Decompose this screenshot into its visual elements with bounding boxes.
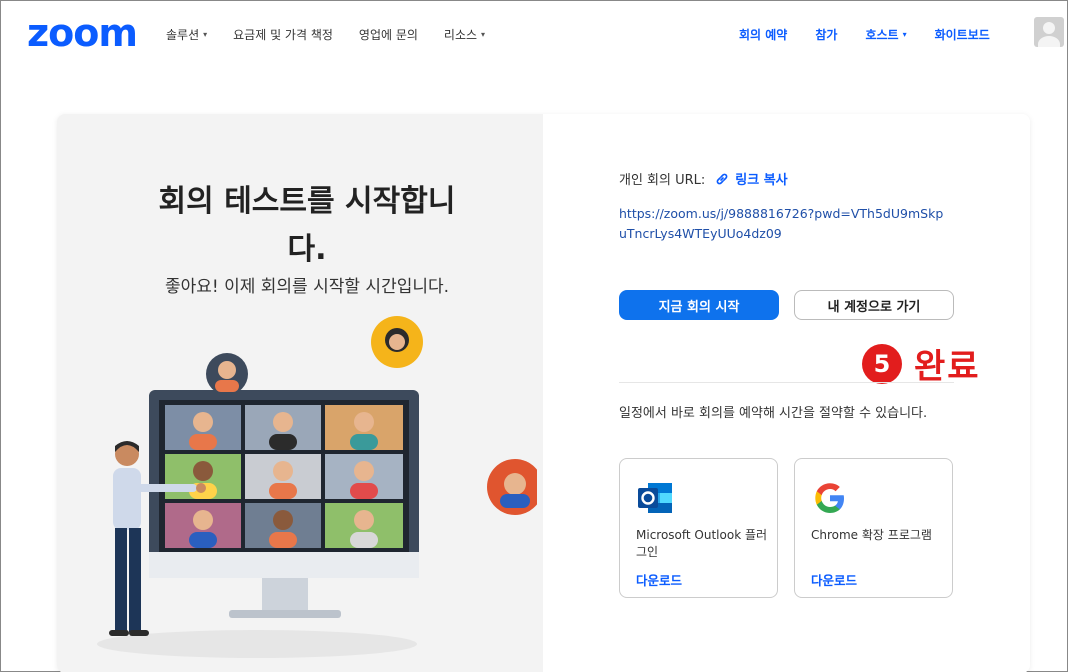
right-panel: 개인 회의 URL: 링크 복사 https://zoom.us/j/98888…	[543, 114, 1030, 672]
step-number-icon: 5	[862, 343, 902, 384]
chevron-down-icon: ▾	[203, 30, 208, 39]
nav-contact-sales[interactable]: 영업에 문의	[359, 26, 418, 43]
chrome-extension-name: Chrome 확장 프로그램	[811, 528, 932, 542]
nav-pricing[interactable]: 요금제 및 가격 책정	[233, 26, 333, 43]
avatar-body	[1038, 36, 1060, 47]
user-avatar-icon[interactable]	[1034, 17, 1064, 47]
link-icon	[716, 173, 728, 184]
outlook-plugin-name: Microsoft Outlook 플러그인	[636, 528, 768, 559]
video-meeting-illustration	[97, 316, 537, 658]
top-navigation-bar: zoom 솔루션 ▾ 요금제 및 가격 책정 영업에 문의 리소스 ▾ 회의 예…	[1, 1, 1067, 67]
zoom-logo[interactable]: zoom	[27, 13, 138, 53]
nav-solutions-label: 솔루션	[166, 28, 200, 42]
google-icon	[815, 483, 844, 513]
nav-resources[interactable]: 리소스 ▾	[444, 26, 485, 43]
personal-url-label: 개인 회의 URL:	[619, 173, 706, 188]
nav-whiteboard[interactable]: 화이트보드	[935, 26, 990, 43]
copy-link-button[interactable]: 링크 복사	[715, 169, 788, 188]
left-panel: 회의 테스트를 시작합니 다. 좋아요! 이제 회의를 시작할 시간입니다.	[57, 114, 543, 672]
chrome-download-link[interactable]: 다운로드	[811, 570, 857, 589]
page-title-line2: 다.	[287, 232, 327, 267]
nav-join[interactable]: 참가	[815, 26, 837, 43]
start-meeting-button[interactable]: 지금 회의 시작	[619, 290, 779, 320]
page-subtitle: 좋아요! 이제 회의를 시작할 시간입니다.	[164, 277, 450, 297]
outlook-plugin-card[interactable]: Microsoft Outlook 플러그인 다운로드	[619, 458, 778, 598]
nav-resources-label: 리소스	[443, 28, 478, 42]
avatar-head	[1043, 22, 1055, 34]
nav-pricing-label: 요금제 및 가격 책정	[233, 28, 333, 42]
nav-schedule-meeting[interactable]: 회의 예약	[739, 26, 787, 43]
outlook-icon	[638, 483, 672, 513]
chevron-down-icon: ▾	[902, 30, 907, 39]
schedule-hint: 일정에서 바로 회의를 예약해 시간을 절약할 수 있습니다.	[619, 406, 928, 421]
personal-url-row: 개인 회의 URL: 링크 복사	[619, 169, 788, 188]
secondary-nav: 회의 예약 참가 호스트 ▾ 화이트보드	[739, 26, 1018, 43]
primary-nav: 솔루션 ▾ 요금제 및 가격 책정 영업에 문의 리소스 ▾	[166, 26, 511, 43]
go-to-account-button[interactable]: 내 계정으로 가기	[794, 290, 954, 320]
nav-join-label: 참가	[815, 28, 838, 42]
page-title: 회의 테스트를 시작합니 다.	[97, 178, 517, 274]
page-title-line1: 회의 테스트를 시작합니	[158, 184, 456, 219]
chrome-extension-card[interactable]: Chrome 확장 프로그램 다운로드	[794, 458, 953, 598]
divider	[619, 382, 954, 383]
nav-contact-sales-label: 영업에 문의	[358, 28, 418, 42]
nav-solutions[interactable]: 솔루션 ▾	[166, 26, 207, 43]
copy-link-label: 링크 복사	[735, 173, 788, 188]
meeting-test-card: 회의 테스트를 시작합니 다. 좋아요! 이제 회의를 시작할 시간입니다. 개…	[57, 114, 1030, 672]
personal-meeting-url[interactable]: https://zoom.us/j/9888816726?pwd=VTh5dU9…	[619, 204, 949, 244]
nav-schedule-label: 회의 예약	[739, 28, 788, 42]
outlook-download-link[interactable]: 다운로드	[636, 570, 682, 589]
nav-whiteboard-label: 화이트보드	[934, 28, 990, 42]
step-label: 완료	[914, 347, 981, 387]
step-complete-badge: 5 완료	[862, 339, 981, 388]
chevron-down-icon: ▾	[481, 30, 486, 39]
nav-host[interactable]: 호스트 ▾	[865, 26, 906, 43]
nav-host-label: 호스트	[865, 28, 899, 42]
